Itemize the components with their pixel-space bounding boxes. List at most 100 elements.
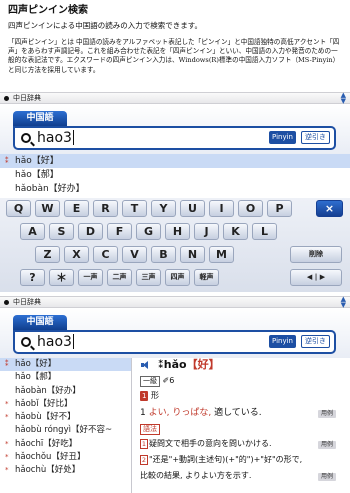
key-l[interactable]: L (252, 223, 277, 240)
level-badge: 一級 (140, 376, 160, 387)
entry-text: hǎo【好】 (15, 359, 57, 369)
key-r[interactable]: R (93, 200, 118, 217)
document-header: 四声ピンイン検索 四声ピンインによる中国語の読みの入力で検索できます。 「四声ピ… (8, 4, 344, 75)
bullet-icon (4, 96, 9, 101)
search-input[interactable]: hao3 Pinyin 逆引き (13, 126, 336, 150)
sense-meaning-rest: 適している. (214, 408, 262, 418)
list-item[interactable]: * hǎochǒu【好丑】 (0, 451, 131, 464)
pinyin-button[interactable]: Pinyin (269, 335, 296, 348)
list-item[interactable]: hǎo【郝】 (0, 168, 350, 182)
tab-chinese[interactable]: 中国語 (13, 315, 67, 330)
key-i[interactable]: I (209, 200, 234, 217)
key-d[interactable]: D (78, 223, 103, 240)
key-c[interactable]: C (93, 246, 118, 263)
key-f[interactable]: F (107, 223, 132, 240)
result-list: ⁑ hǎo【好】 hǎo【郝】 hǎobàn【好办】 * hǎobǐ【好比】 * hǎobù【… (0, 358, 132, 493)
list-item[interactable]: hǎobàn【好办】 (0, 182, 350, 196)
entry-text: hǎo【郝】 (15, 372, 57, 383)
grammar-label: 語法 (140, 424, 160, 435)
search-value: hao3 (37, 130, 74, 146)
key-a[interactable]: A (20, 223, 45, 240)
key-tone-5[interactable]: 四声 (165, 269, 190, 286)
key-p[interactable]: P (267, 200, 292, 217)
pos-label: 形 (151, 391, 160, 400)
key-y[interactable]: Y (151, 200, 176, 217)
list-item[interactable]: hǎobù róngyì【好不容~ (0, 424, 131, 437)
panel-titlebar: 中日辞典 ▲ ▼ (0, 92, 350, 104)
key-z[interactable]: Z (35, 246, 60, 263)
key-tone-6[interactable]: 軽声 (194, 269, 219, 286)
key-x[interactable]: X (64, 246, 89, 263)
example-button[interactable]: 用例 (317, 410, 336, 418)
reverse-lookup-button[interactable]: 逆引き (301, 335, 330, 348)
search-zone: 中国語 hao3 Pinyin 逆引き (0, 104, 350, 154)
entry-sub3-row: 比較の結果, よりよい方を示す. (140, 470, 251, 482)
key-k[interactable]: K (223, 223, 248, 240)
key-g[interactable]: G (136, 223, 161, 240)
entry-grammar-row: 語法 (140, 423, 160, 435)
scroll-updown-icon[interactable]: ▲ ▼ (341, 296, 346, 308)
bullet-icon (4, 300, 9, 305)
key-h[interactable]: H (165, 223, 190, 240)
stroke-count: ✐6 (162, 376, 175, 385)
speaker-icon[interactable] (140, 360, 152, 370)
list-item[interactable]: * hǎochù【好处】 (0, 464, 131, 477)
entry-pane: ⁑hǎo【好】 一級 ✐6 1 形 1 よい, りっぱな, 適している. 用例 … (134, 358, 350, 493)
entry-sense-row: 1 よい, りっぱな, 適している. (140, 407, 262, 419)
entry-mark: ⁑ (5, 360, 9, 368)
entry-text: hǎobù róngyì【好不容~ (15, 425, 113, 436)
example-button[interactable]: 用例 (317, 473, 336, 481)
doc-body: 「四声ピンイン」とは 中国語の読みをアルファベット表記した「ピンイン」と中国語独… (8, 38, 340, 74)
cursor-arrows-button[interactable]: ◀ | ▶ (290, 269, 342, 286)
search-icon (21, 133, 31, 143)
list-item[interactable]: hǎobàn【好办】 (0, 385, 131, 398)
key-tone-3[interactable]: 二声 (107, 269, 132, 286)
list-item[interactable]: ⁑ hǎo【好】 (0, 154, 350, 168)
panel-titlebar: 中日辞典 ▲ ▼ (0, 296, 350, 308)
key-j[interactable]: J (194, 223, 219, 240)
example-button[interactable]: 用例 (317, 441, 336, 449)
sense-meaning: よい, りっぱな, (148, 408, 212, 418)
tab-chinese[interactable]: 中国語 (13, 111, 67, 126)
list-item[interactable]: * hǎobù【好不】 (0, 411, 131, 424)
list-item[interactable]: * hǎochī【好吃】 (0, 438, 131, 451)
key-e[interactable]: E (64, 200, 89, 217)
sub-text: "还是"+動詞(主述句)(+"的")+"好"の形で, (149, 455, 303, 464)
text-caret (72, 334, 74, 349)
entry-level-row: 一級 ✐6 (140, 375, 174, 387)
key-n[interactable]: N (180, 246, 205, 263)
key-s[interactable]: S (49, 223, 74, 240)
reverse-lookup-button[interactable]: 逆引き (301, 131, 330, 144)
key-tone-4[interactable]: 三声 (136, 269, 161, 286)
dictionary-panel-results: 中日辞典 ▲ ▼ 中国語 hao3 Pinyin 逆引き ⁑ hǎo【好】 hǎo【郝… (0, 296, 350, 493)
key-o[interactable]: O (238, 200, 263, 217)
key-tone-0[interactable]: ? (20, 269, 45, 286)
search-input[interactable]: hao3 Pinyin 逆引き (13, 330, 336, 354)
list-item[interactable]: * hǎobǐ【好比】 (0, 398, 131, 411)
list-item[interactable]: ⁑ hǎo【好】 (0, 358, 131, 372)
search-icon (21, 337, 31, 347)
sub-number: 1 (140, 439, 148, 449)
key-t[interactable]: T (122, 200, 147, 217)
key-tone-2[interactable]: 一声 (78, 269, 103, 286)
pinyin-button[interactable]: Pinyin (269, 131, 296, 144)
entry-text: hǎochī【好吃】 (15, 438, 78, 449)
search-value: hao3 (37, 334, 74, 350)
entry-mark: * (5, 453, 9, 462)
entry-mark: * (5, 413, 9, 422)
sub-number: 2 (140, 455, 148, 465)
dictionary-panel-keyboard: 中日辞典 ▲ ▼ 中国語 hao3 Pinyin 逆引き ⁑ hǎo【好】 hǎo【… (0, 92, 350, 292)
delete-button[interactable]: 削除 (290, 246, 342, 263)
list-item[interactable]: hǎo【郝】 (0, 371, 131, 384)
key-m[interactable]: M (209, 246, 234, 263)
key-q[interactable]: Q (6, 200, 31, 217)
scroll-updown-icon[interactable]: ▲ ▼ (341, 92, 346, 104)
key-w[interactable]: W (35, 200, 60, 217)
key-u[interactable]: U (180, 200, 205, 217)
key-v[interactable]: V (122, 246, 147, 263)
key-tone-1[interactable]: ＊ (49, 269, 74, 286)
keyboard-close-button[interactable]: × (316, 200, 343, 217)
entry-text: hǎochǒu【好丑】 (15, 452, 86, 463)
entry-headword: ⁑hǎo【好】 (158, 358, 220, 371)
key-b[interactable]: B (151, 246, 176, 263)
